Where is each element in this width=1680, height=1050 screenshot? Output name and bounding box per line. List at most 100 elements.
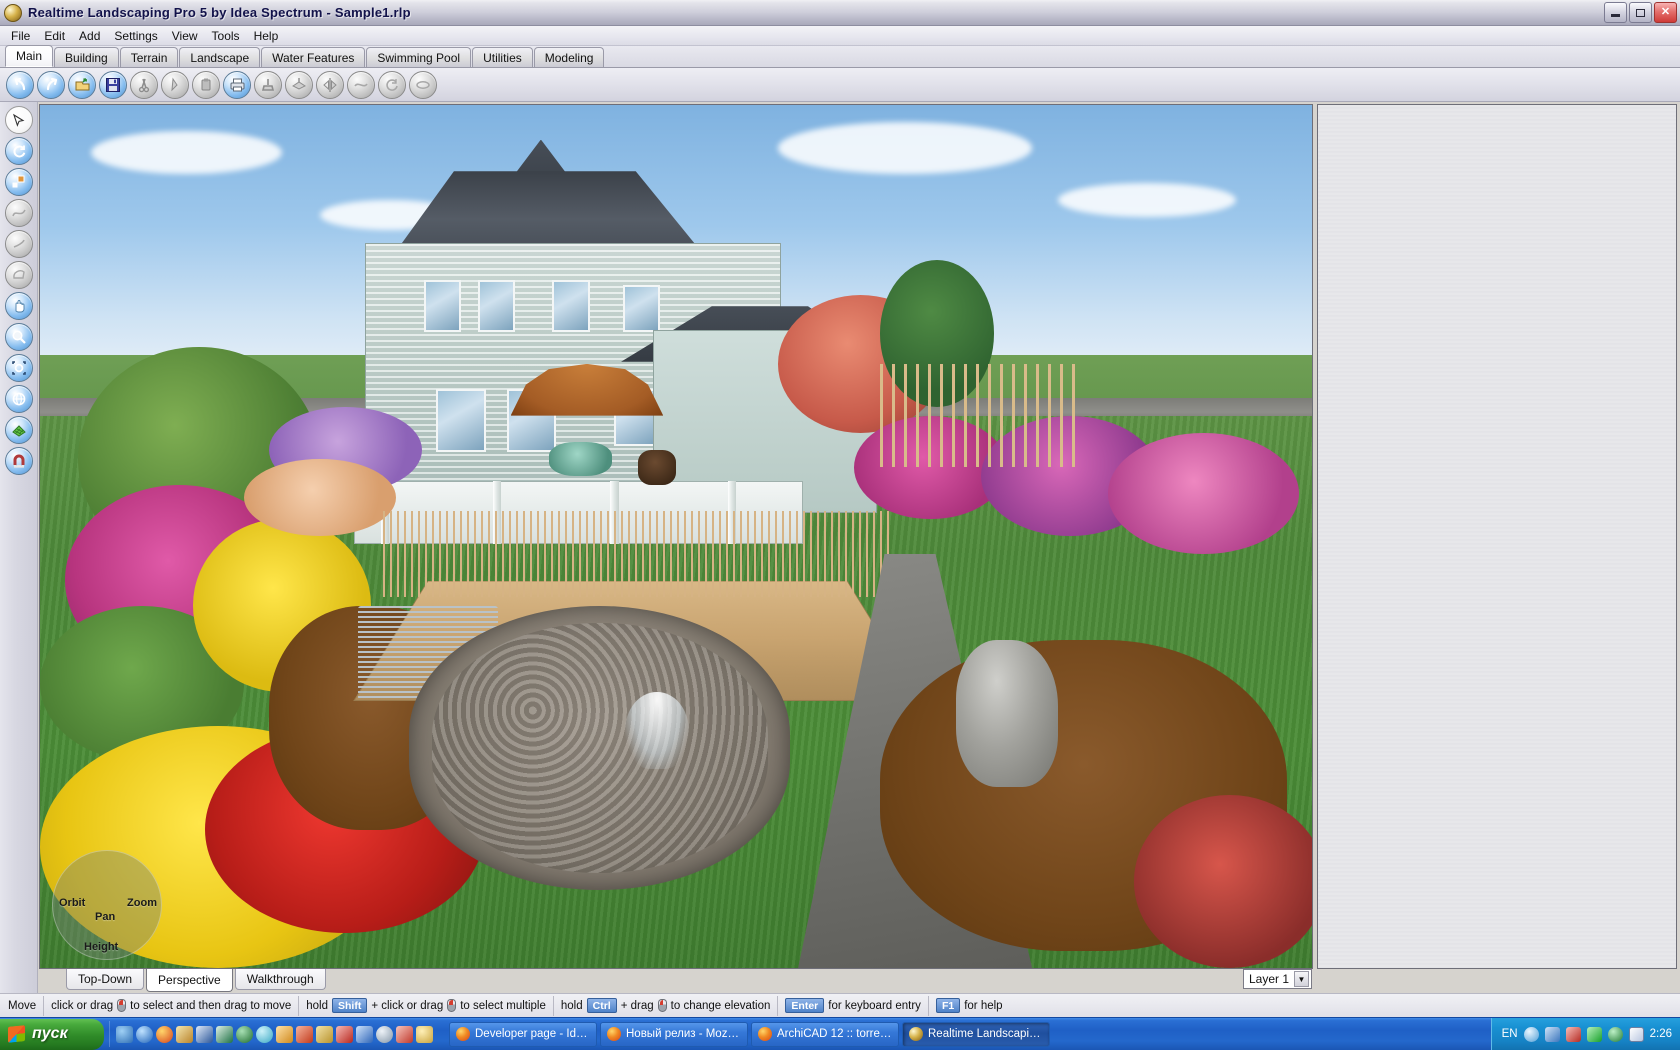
menu-item-settings[interactable]: Settings [107,27,164,45]
right-side-panel[interactable] [1317,104,1677,969]
redo-icon[interactable] [37,70,65,99]
task-button-label: Developer page - Ide... [475,1028,590,1040]
show-hidden-icons-chevron[interactable] [1523,1026,1539,1042]
magnet-snap-icon[interactable] [4,447,33,475]
layer-select[interactable]: Layer 1 ▼ [1242,969,1312,989]
paint-icon[interactable] [176,1025,193,1043]
chevron-down-icon[interactable]: ▼ [1294,971,1309,987]
explorer-folder-icon[interactable] [276,1025,293,1043]
word-icon[interactable] [196,1025,213,1043]
paste-icon [192,70,220,99]
acrobat-icon[interactable] [336,1025,353,1043]
view-tab-perspective[interactable]: Perspective [146,969,233,992]
save-icon[interactable] [99,70,127,99]
status-hint-multiselect: hold Shift + click or drag to select mul… [299,995,554,1016]
layer-control[interactable]: Layer 1 ▼ [1242,969,1312,989]
network-icon[interactable] [1544,1026,1560,1042]
nav-orbit-label[interactable]: Orbit [59,897,85,909]
task-button-new-release[interactable]: Новый релиз - Mozill... [600,1021,748,1047]
zoom-window-icon[interactable] [4,354,33,382]
menu-item-view[interactable]: View [165,27,205,45]
view-tab-walkthrough[interactable]: Walkthrough [234,969,326,990]
hint-move-pre: click or drag [51,999,114,1012]
grid-icon[interactable] [4,416,33,444]
tab-water-features[interactable]: Water Features [261,47,366,67]
deck-railing[interactable] [383,510,893,597]
app-icon [4,3,22,22]
mail-icon[interactable] [1628,1026,1644,1042]
start-button[interactable]: пуск [0,1018,104,1050]
dictionary-icon[interactable] [396,1025,413,1043]
status-hint-move: click or drag to select and then drag to… [44,995,300,1016]
hint-elev-post: to change elevation [670,999,771,1012]
draw-line-icon [4,230,33,258]
menu-item-file[interactable]: File [4,27,37,45]
rock-garden-pond[interactable] [408,605,791,891]
navigation-widget[interactable]: Orbit Zoom Pan Height [52,850,162,960]
usb-drive-icon[interactable] [356,1025,373,1043]
nav-pan-label[interactable]: Pan [95,911,115,923]
menu-item-add[interactable]: Add [72,27,107,45]
task-button-archicad-torrent[interactable]: ArchiCAD 12 :: torren... [751,1021,899,1047]
clock-icon[interactable] [416,1025,433,1043]
media-player-icon[interactable] [236,1025,253,1043]
menu-item-help[interactable]: Help [247,27,286,45]
hint-elev-mid: + drag [620,999,654,1012]
tab-building[interactable]: Building [54,47,119,67]
task-button-developer-page[interactable]: Developer page - Ide... [449,1021,597,1047]
tray-clock[interactable]: 2:26 [1650,1028,1672,1040]
print-icon[interactable] [223,70,251,99]
3d-viewport[interactable]: Orbit Zoom Pan Height [39,104,1313,969]
restore-button[interactable] [1629,2,1652,23]
bubbler-fountain[interactable] [625,691,689,770]
key-ctrl: Ctrl [586,998,617,1013]
view-tab-top-down[interactable]: Top-Down [66,969,145,990]
nav-zoom-label[interactable]: Zoom [127,897,157,909]
shrub-bottom-right[interactable] [1133,795,1312,968]
tray-language-indicator[interactable]: EN [1502,1028,1518,1040]
tab-utilities[interactable]: Utilities [472,47,533,67]
task-button-realtime-landscaping[interactable]: Realtime Landscaping... [902,1021,1050,1047]
firefox-icon[interactable] [156,1025,173,1043]
status-hint-help: F1 for help [929,996,1010,1016]
boulder-feature[interactable] [955,640,1058,787]
close-button[interactable]: ✕ [1654,2,1677,23]
utorrent-icon[interactable] [296,1025,313,1043]
scale-object-icon[interactable] [4,168,33,196]
menu-bar: File Edit Add Settings View Tools Help [0,26,1680,46]
task-buttons: Developer page - Ide... Новый релиз - Mo… [449,1021,1491,1047]
orbit-icon[interactable] [4,385,33,413]
rotate-object-icon[interactable] [4,137,33,165]
tab-main[interactable]: Main [5,45,54,67]
patio-table[interactable] [548,441,613,477]
internet-explorer-icon[interactable] [136,1025,153,1043]
undo-icon[interactable] [6,70,34,99]
pergola[interactable] [879,363,1084,468]
window-title-bar: Realtime Landscaping Pro 5 by Idea Spect… [0,0,1680,26]
menu-item-edit[interactable]: Edit [37,27,72,45]
planter-pot[interactable] [637,450,676,485]
tab-modeling[interactable]: Modeling [533,47,605,67]
nav-height-label[interactable]: Height [84,941,118,953]
select-arrow-icon[interactable] [4,106,33,134]
pan-hand-icon[interactable] [4,292,33,320]
tab-terrain[interactable]: Terrain [119,47,179,67]
show-desktop-icon[interactable] [116,1025,133,1043]
shrub-right-3[interactable] [1108,432,1300,554]
notes-icon[interactable] [316,1025,333,1043]
nero-icon[interactable] [376,1025,393,1043]
excel-icon[interactable] [216,1025,233,1043]
update-icon[interactable] [1607,1026,1623,1042]
power-icon[interactable] [1586,1026,1602,1042]
windows-flag-icon [8,1025,25,1043]
layer-select-value: Layer 1 [1248,972,1289,986]
winamp-icon[interactable] [256,1025,273,1043]
antivirus-icon[interactable] [1565,1026,1581,1042]
tab-landscape[interactable]: Landscape [179,47,261,67]
minimize-button[interactable] [1604,2,1627,23]
menu-item-tools[interactable]: Tools [205,27,247,45]
open-folder-icon[interactable] [68,70,96,99]
tab-swimming-pool[interactable]: Swimming Pool [366,47,472,67]
shrub-front-left-2[interactable] [243,458,397,537]
zoom-icon[interactable] [4,323,33,351]
